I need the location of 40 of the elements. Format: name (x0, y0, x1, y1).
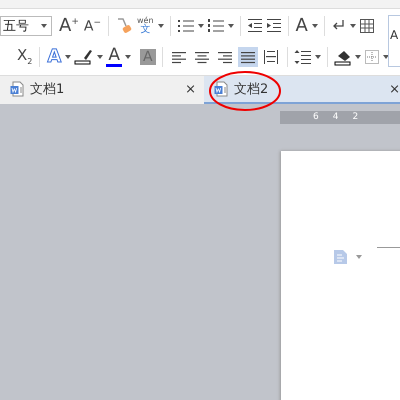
ruler-number: 4 (332, 111, 338, 124)
font-color-button[interactable]: A (106, 47, 122, 67)
document-tab[interactable]: 文档2 × (204, 76, 400, 104)
shrink-font-button[interactable]: A$^{−}$ (82, 18, 102, 34)
align-button[interactable] (238, 47, 258, 67)
close-button[interactable]: × (185, 82, 196, 96)
eraser-icon[interactable] (115, 17, 133, 35)
bullet-list-icon[interactable] (176, 18, 195, 34)
caret-icon[interactable] (65, 55, 72, 59)
grow-font-button[interactable]: A$^{+}$ (58, 17, 80, 35)
close-button[interactable]: × (389, 82, 400, 96)
caret-icon[interactable] (312, 24, 318, 28)
table-icon[interactable] (358, 18, 375, 34)
highlighter-icon[interactable] (74, 48, 94, 66)
caret-icon (41, 24, 47, 28)
caret-icon[interactable] (314, 55, 321, 59)
style-preview[interactable]: A (388, 15, 400, 67)
caret-icon[interactable] (350, 24, 356, 28)
caret-icon[interactable] (124, 55, 131, 59)
caret-icon[interactable] (158, 24, 164, 28)
ruler-number: 6 (313, 111, 319, 124)
caret-icon[interactable] (228, 24, 234, 28)
numbered-list-icon[interactable] (206, 18, 225, 34)
decrease-indent-icon[interactable] (246, 18, 263, 34)
borders-icon[interactable] (364, 49, 380, 65)
increase-indent-icon[interactable] (266, 18, 282, 34)
caret-icon[interactable] (97, 55, 104, 59)
caret-icon[interactable] (198, 24, 204, 28)
paint-bucket-icon[interactable] (334, 48, 352, 66)
caret-icon[interactable] (354, 55, 361, 59)
text-effect-button[interactable]: A (46, 48, 62, 66)
phonetic-guide-button[interactable]: wén 文 (136, 17, 155, 35)
document-icon (10, 81, 24, 97)
document-icon (214, 81, 228, 97)
subscript-button[interactable]: X$_{2}$ (16, 48, 34, 66)
font-size-combo[interactable]: 五号 (0, 16, 52, 36)
caret-icon[interactable] (382, 55, 389, 59)
line-spacing-icon[interactable] (294, 49, 312, 65)
ruler-number: 2 (352, 111, 358, 124)
change-case-button[interactable]: A (294, 17, 309, 35)
